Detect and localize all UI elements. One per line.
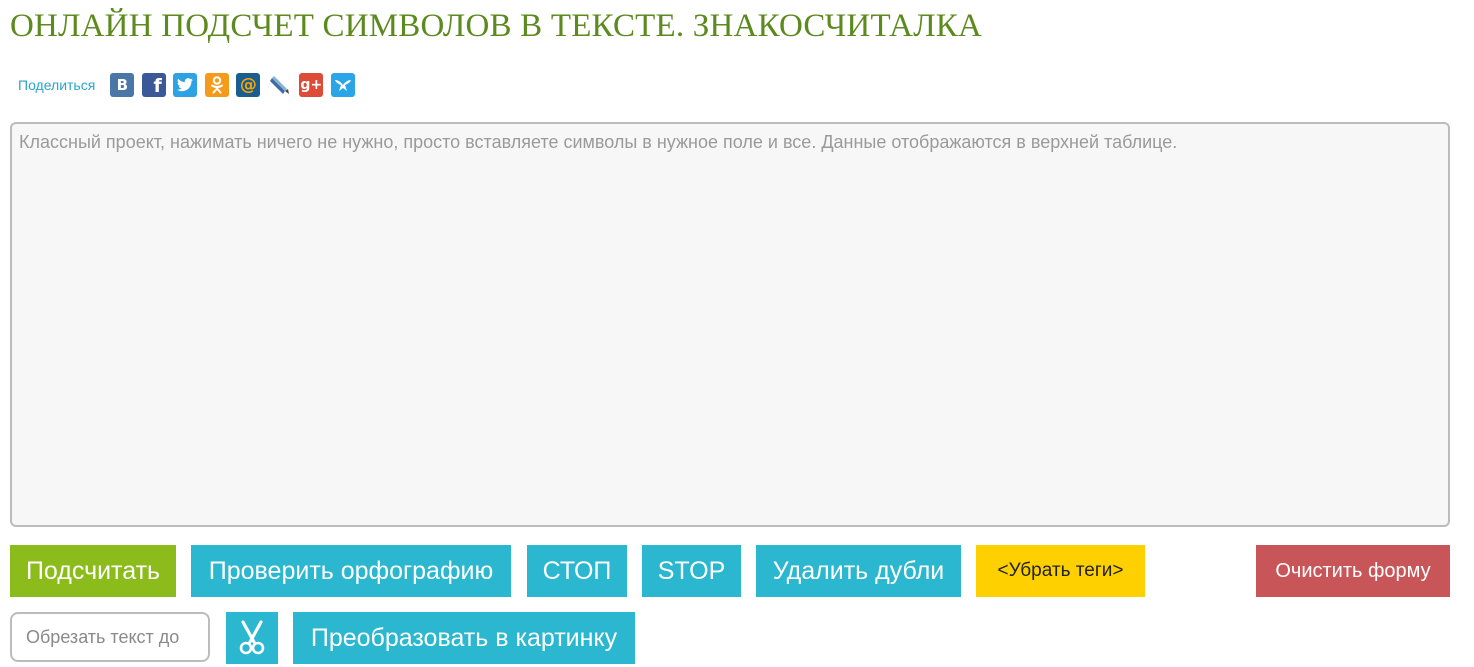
stop-en-button[interactable]: STOP	[642, 545, 741, 597]
vk-icon[interactable]: В	[110, 73, 135, 97]
share-bar: Поделиться В f @ g+	[18, 72, 362, 98]
clear-form-button[interactable]: Очистить форму	[1256, 545, 1450, 597]
cut-button[interactable]	[226, 612, 278, 664]
remove-duplicates-button[interactable]: Удалить дубли	[756, 545, 961, 597]
convert-to-image-button[interactable]: Преобразовать в картинку	[293, 612, 635, 664]
scissors-icon	[239, 620, 265, 656]
vk-glyph: В	[116, 76, 129, 94]
googleplus-icon[interactable]: g+	[299, 73, 324, 97]
count-button[interactable]: Подсчитать	[10, 545, 176, 597]
mailru-icon[interactable]: @	[236, 73, 261, 97]
moimir-icon[interactable]	[330, 73, 355, 97]
twitter-icon[interactable]	[173, 73, 198, 97]
livejournal-icon[interactable]	[267, 73, 292, 97]
facebook-icon[interactable]: f	[141, 73, 166, 97]
strip-tags-button[interactable]: <Убрать теги>	[976, 545, 1145, 597]
share-label: Поделиться	[18, 77, 96, 93]
googleplus-glyph: g+	[300, 77, 323, 93]
page-title: ОНЛАЙН ПОДСЧЕТ СИМВОЛОВ В ТЕКСТЕ. ЗНАКОС…	[10, 8, 983, 44]
mailru-glyph: @	[239, 75, 257, 95]
stop-ru-button[interactable]: СТОП	[527, 545, 627, 597]
odnoklassniki-icon[interactable]	[204, 73, 229, 97]
facebook-glyph: f	[153, 75, 162, 97]
trim-text-input[interactable]	[10, 612, 210, 662]
spellcheck-button[interactable]: Проверить орфографию	[191, 545, 511, 597]
text-input-area[interactable]	[10, 122, 1450, 527]
